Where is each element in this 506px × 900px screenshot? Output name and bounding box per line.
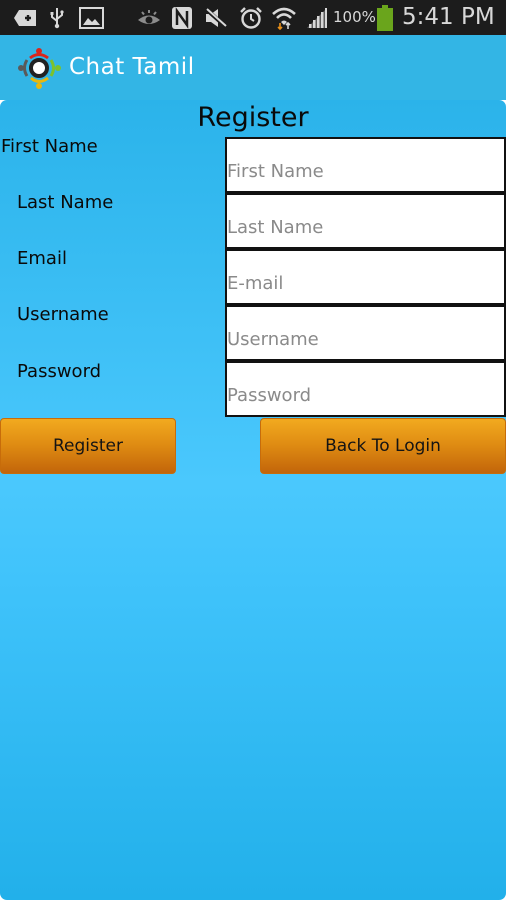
chat-tamil-logo-icon [17, 46, 63, 90]
register-button[interactable]: Register [0, 418, 176, 474]
eye-icon [135, 0, 163, 35]
register-panel: Register First Name Last Name Email User… [0, 100, 506, 900]
nfc-icon [170, 0, 194, 35]
password-label: Password [17, 361, 102, 382]
first-name-input[interactable] [225, 137, 506, 193]
status-bar: 100% 5:41 PM [0, 0, 506, 35]
usb-icon [48, 0, 66, 35]
username-input[interactable] [225, 305, 506, 361]
email-label: Email [17, 248, 67, 269]
last-name-label: Last Name [17, 192, 114, 213]
battery-percent: 100% [333, 8, 376, 26]
first-name-label: First Name [1, 136, 98, 157]
email-input[interactable] [225, 249, 506, 305]
alarm-icon [238, 0, 264, 35]
wifi-icon [270, 0, 298, 35]
action-bar: Chat Tamil [0, 35, 506, 100]
app-title: Chat Tamil [69, 54, 195, 80]
add-notification-icon [12, 0, 38, 35]
last-name-input[interactable] [225, 193, 506, 249]
mute-icon [203, 0, 229, 35]
password-input[interactable] [225, 361, 506, 417]
back-to-login-button[interactable]: Back To Login [260, 418, 506, 474]
signal-icon [305, 0, 329, 35]
page-title: Register [197, 102, 309, 133]
battery-icon [376, 0, 394, 35]
username-label: Username [17, 304, 109, 325]
gallery-icon [78, 0, 104, 35]
clock: 5:41 PM [402, 4, 495, 30]
